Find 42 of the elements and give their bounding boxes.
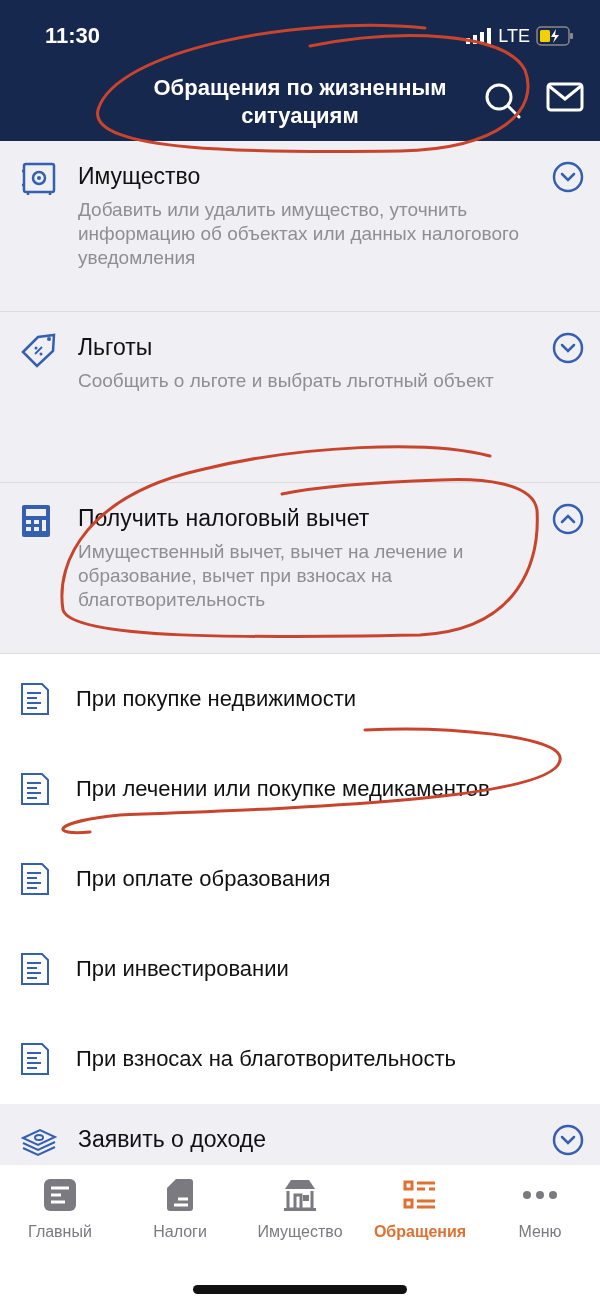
section-header[interactable]: Льготы Сообщить о льготе и выбрать льготный объект	[0, 312, 600, 483]
section-description: Имущественный вычет, вычет на лечение и образование, вычет при взносах на благотворительность	[78, 540, 465, 612]
search-icon[interactable]	[484, 82, 522, 120]
screen-title: Обращения по жизненным ситуациям	[152, 73, 448, 130]
chevron-up-icon[interactable]	[552, 503, 584, 535]
battery-icon	[536, 26, 574, 46]
section-header[interactable]: Заявить о доходе	[0, 1104, 600, 1165]
section-header[interactable]: Имущество Добавить или удалить имущество, уточнить информацию об объектах или данных налогового уведомления	[0, 141, 600, 312]
tab[interactable]: Налоги	[120, 1165, 240, 1257]
tag-icon	[20, 332, 58, 368]
chevron-down-icon[interactable]	[552, 1124, 584, 1156]
tab-label: Налоги	[153, 1223, 207, 1241]
section-title: Имущество	[78, 163, 202, 190]
more-icon	[522, 1190, 558, 1200]
document-icon	[20, 772, 50, 806]
tab[interactable]: Меню	[480, 1165, 600, 1257]
document-icon	[20, 1042, 50, 1076]
network-label: LTE	[498, 25, 530, 47]
safe-icon	[20, 161, 56, 197]
document-icon	[20, 952, 50, 986]
tab[interactable]: Имущество	[240, 1165, 360, 1257]
calculator-icon	[20, 503, 52, 539]
house-icon	[283, 1178, 317, 1212]
document-icon	[43, 1178, 77, 1212]
signal-icon	[466, 28, 493, 44]
list-icon	[403, 1180, 437, 1210]
section-description: Сообщить о льготе и выбрать льготный объект	[78, 369, 495, 393]
status-time: 11:30	[45, 23, 101, 49]
document-icon	[20, 682, 50, 716]
section-title: Заявить о доходе	[78, 1126, 267, 1153]
mail-icon[interactable]	[546, 82, 584, 112]
tab-label: Имущество	[257, 1223, 343, 1241]
tab-label: Главный	[28, 1223, 92, 1241]
chevron-down-icon[interactable]	[552, 332, 584, 364]
document-icon	[20, 862, 50, 896]
section-description: Добавить или удалить имущество, уточнить информацию об объектах или данных налогового уведомления	[78, 198, 521, 270]
tab[interactable]: Главный	[0, 1165, 120, 1257]
section-title: Льготы	[78, 334, 154, 361]
chevron-down-icon[interactable]	[552, 161, 584, 193]
tab-label: Обращения	[373, 1223, 467, 1241]
file-icon	[166, 1178, 194, 1212]
tab-label: Меню	[518, 1223, 562, 1241]
